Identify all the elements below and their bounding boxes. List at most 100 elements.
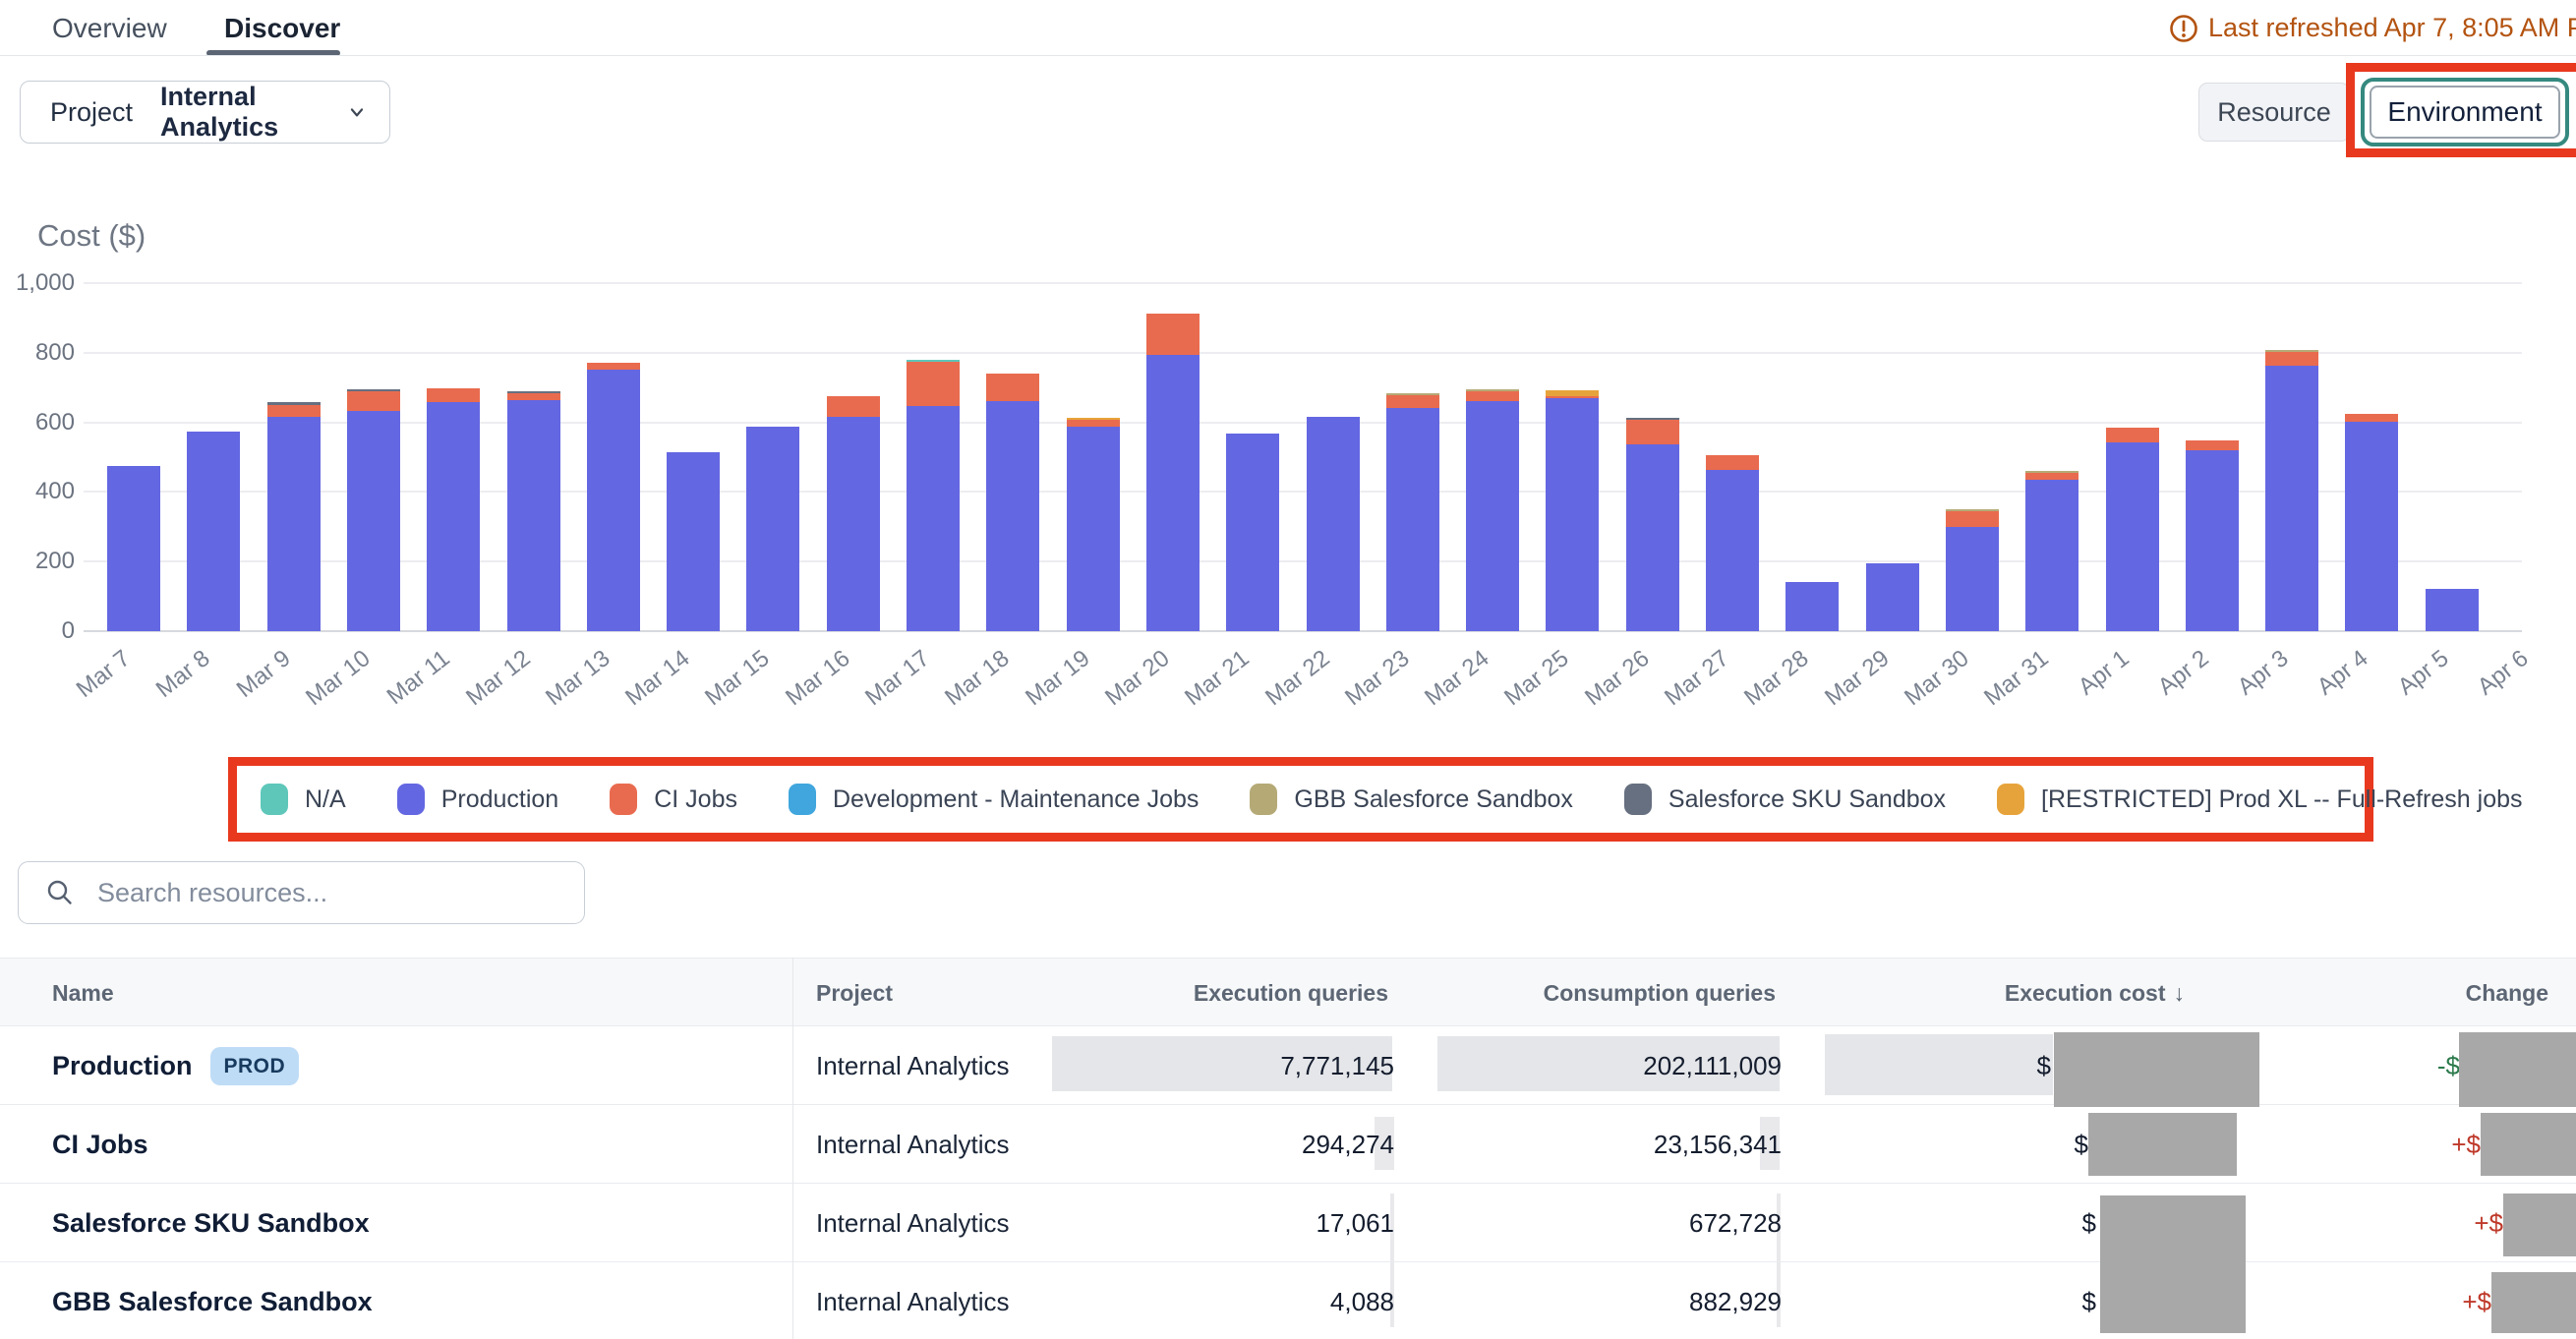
stacked-bar-apr-3[interactable] <box>2265 350 2318 631</box>
bar-segment <box>1546 398 1599 631</box>
project-filter-dropdown[interactable]: Project Internal Analytics <box>20 81 390 144</box>
execution-queries-cell: 4,088 <box>983 1262 1394 1339</box>
resource-name: CI Jobs <box>52 1105 148 1184</box>
stacked-bar-mar-10[interactable] <box>347 389 400 631</box>
legend-swatch <box>1624 784 1652 815</box>
bar-segment <box>507 400 560 631</box>
legend-label: Production <box>441 786 559 814</box>
bar-segment <box>347 411 400 631</box>
stacked-bar-mar-19[interactable] <box>1067 418 1120 631</box>
stacked-bar-mar-12[interactable] <box>507 391 560 631</box>
last-refreshed-status: Last refreshed Apr 7, 8:05 AM PDT <box>2169 10 2576 45</box>
bar-segment <box>587 363 640 370</box>
chart-y-axis: 1,0008006004002000 <box>0 283 75 631</box>
bar-segment <box>2186 440 2239 450</box>
stacked-bar-mar-8[interactable] <box>187 432 240 631</box>
stacked-bar-apr-4[interactable] <box>2345 413 2398 631</box>
stacked-bar-mar-24[interactable] <box>1466 389 1519 631</box>
legend-item[interactable]: N/A <box>261 784 346 815</box>
bar-segment <box>986 401 1039 631</box>
resource-toggle-button[interactable]: Resource <box>2198 83 2350 142</box>
bar-segment <box>827 417 880 631</box>
y-tick-label: 200 <box>0 547 75 576</box>
legend-item[interactable]: GBB Salesforce Sandbox <box>1250 784 1573 815</box>
search-icon <box>44 877 76 908</box>
stacked-bar-mar-25[interactable] <box>1546 390 1599 631</box>
gridline <box>84 282 2522 284</box>
redaction-box <box>2100 1195 2246 1333</box>
bar-segment <box>507 393 560 400</box>
bar-segment <box>1466 391 1519 401</box>
legend-label: CI Jobs <box>654 786 737 814</box>
bar-segment <box>2265 366 2318 631</box>
warning-icon <box>2169 14 2198 43</box>
bar-segment <box>2106 428 2159 442</box>
y-tick-label: 800 <box>0 338 75 368</box>
stacked-bar-mar-17[interactable] <box>907 360 960 631</box>
stacked-bar-mar-16[interactable] <box>827 396 880 631</box>
discover-dashboard: Overview Discover Last refreshed Apr 7, … <box>0 0 2576 1339</box>
stacked-bar-mar-31[interactable] <box>2025 471 2078 631</box>
stacked-bar-apr-2[interactable] <box>2186 440 2239 631</box>
annotation-box-legend: N/A Production CI Jobs Development - Mainte… <box>228 757 2373 842</box>
bar-segment <box>347 391 400 411</box>
column-header-execution-cost[interactable]: Execution cost↓ <box>1770 959 2185 1027</box>
legend-label: Salesforce SKU Sandbox <box>1669 786 1946 814</box>
resource-name-text: Salesforce SKU Sandbox <box>52 1184 370 1262</box>
column-header-project[interactable]: Project <box>816 959 893 1027</box>
stacked-bar-mar-29[interactable] <box>1866 563 1919 631</box>
stacked-bar-mar-21[interactable] <box>1226 434 1279 631</box>
bar-segment <box>1946 511 1999 527</box>
consumption-queries-cell: 23,156,341 <box>1376 1105 1782 1184</box>
legend-item[interactable]: CI Jobs <box>610 784 737 815</box>
chevron-down-icon <box>346 99 368 125</box>
project-filter-label: Project <box>50 97 133 128</box>
stacked-bar-mar-14[interactable] <box>667 452 720 631</box>
stacked-bar-mar-11[interactable] <box>427 388 480 631</box>
stacked-bar-mar-20[interactable] <box>1146 314 1200 631</box>
bar-segment <box>2345 422 2398 631</box>
bar-segment <box>1386 395 1439 408</box>
column-header-name[interactable]: Name <box>52 959 114 1027</box>
tab-discover[interactable]: Discover <box>224 12 340 45</box>
stacked-bar-mar-18[interactable] <box>986 374 1039 631</box>
execution-queries-cell: 7,771,145 <box>983 1026 1394 1105</box>
stacked-bar-mar-27[interactable] <box>1706 455 1759 631</box>
search-input[interactable] <box>95 877 566 909</box>
legend-swatch <box>397 784 425 815</box>
environment-toggle-button[interactable]: Environment <box>2370 86 2560 139</box>
stacked-bar-apr-1[interactable] <box>2106 428 2159 631</box>
bar-segment <box>1946 527 1999 631</box>
project-cell: Internal Analytics <box>816 1026 1010 1105</box>
stacked-bar-apr-5[interactable] <box>2426 589 2479 631</box>
bar-segment <box>1386 408 1439 631</box>
bar-segment <box>1226 434 1279 631</box>
resource-name-text: GBB Salesforce Sandbox <box>52 1262 373 1339</box>
stacked-bar-mar-22[interactable] <box>1307 417 1360 631</box>
column-header-consumption-queries[interactable]: Consumption queries <box>1376 959 1776 1027</box>
bar-segment <box>1786 582 1839 631</box>
stacked-bar-mar-28[interactable] <box>1786 582 1839 631</box>
bar-segment <box>587 370 640 631</box>
resource-name: GBB Salesforce Sandbox <box>52 1262 373 1339</box>
legend-item[interactable]: Salesforce SKU Sandbox <box>1624 784 1946 815</box>
project-filter-value: Internal Analytics <box>160 82 346 143</box>
stacked-bar-mar-30[interactable] <box>1946 509 1999 631</box>
legend-item[interactable]: [RESTRICTED] Prod XL -- Full-Refresh job… <box>1997 784 2522 815</box>
y-tick-label: 1,000 <box>0 268 75 298</box>
stacked-bar-mar-15[interactable] <box>746 427 799 631</box>
stacked-bar-mar-13[interactable] <box>587 363 640 631</box>
search-box[interactable] <box>18 861 585 924</box>
stacked-bar-mar-9[interactable] <box>267 402 321 631</box>
stacked-bar-mar-7[interactable] <box>107 466 160 631</box>
tab-overview[interactable]: Overview <box>52 12 167 45</box>
column-header-execution-queries[interactable]: Execution queries <box>983 959 1388 1027</box>
bar-segment <box>746 427 799 631</box>
column-header-change[interactable]: Change <box>2254 959 2548 1027</box>
stacked-bar-mar-23[interactable] <box>1386 393 1439 631</box>
legend-item[interactable]: Development - Maintenance Jobs <box>789 784 1199 815</box>
legend-item[interactable]: Production <box>397 784 559 815</box>
stacked-bar-mar-26[interactable] <box>1626 418 1679 631</box>
bar-segment <box>2265 352 2318 366</box>
project-cell: Internal Analytics <box>816 1105 1010 1184</box>
